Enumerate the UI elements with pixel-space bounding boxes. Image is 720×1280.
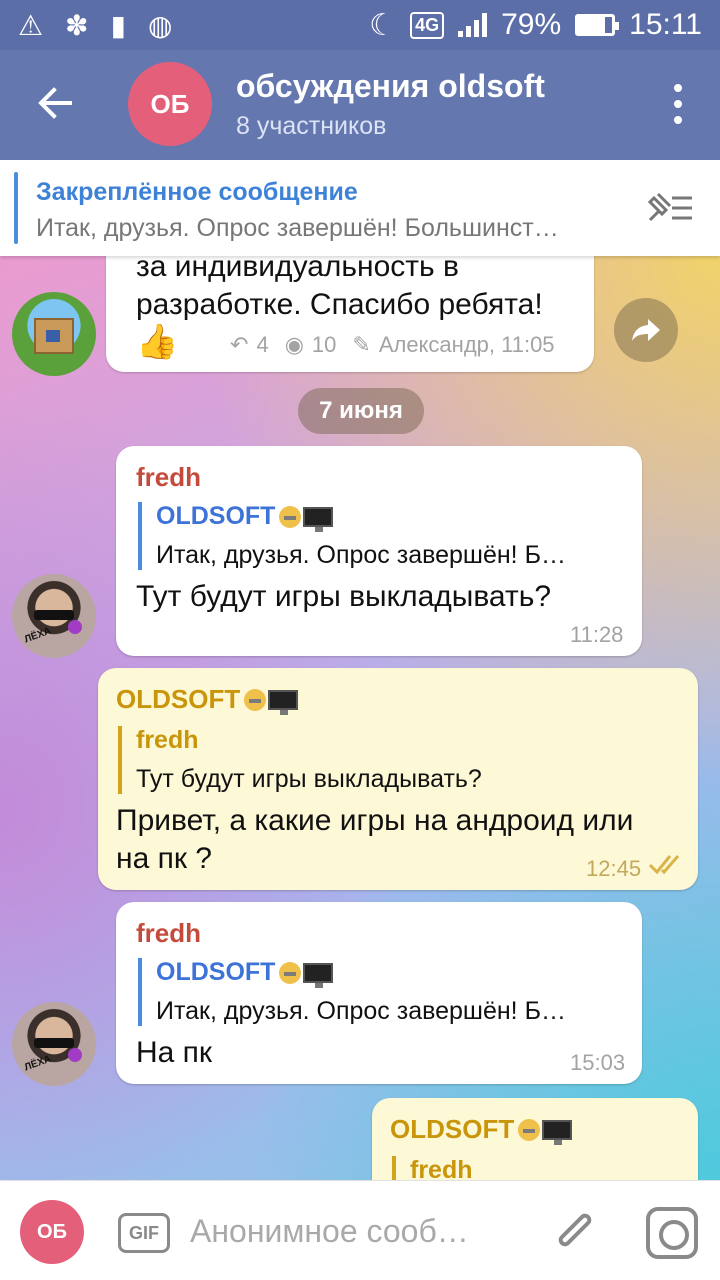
message-bubble[interactable]: fredh OLDSOFT Итак, друзья. Опрос заверш… — [116, 902, 642, 1084]
avatar-fredh[interactable]: ЛЁХА — [12, 574, 96, 658]
sd-card-icon: ▮ — [110, 9, 126, 41]
share-button[interactable] — [614, 298, 678, 362]
reply-count-icon: ↶ — [230, 332, 249, 357]
clock: 15:11 — [629, 8, 702, 41]
pinned-title: Закреплённое сообщение — [36, 178, 358, 206]
reply-text: Тут будут игры выкладывать? — [136, 765, 482, 793]
battery-percent: 79% — [501, 8, 562, 41]
own-message-bubble[interactable]: OLDSOFT fredh — [372, 1098, 698, 1180]
message-meta: ↶ 4 ◉ 10 ✎ Александр, 11:05 — [230, 332, 555, 358]
chat-title[interactable]: обсуждения oldsoft — [236, 68, 545, 105]
coder-emoji-icon — [244, 688, 299, 715]
coder-emoji-icon — [279, 961, 334, 988]
pinned-accent-bar — [14, 172, 18, 244]
flower-icon: ✽ — [65, 9, 89, 41]
back-arrow-icon[interactable] — [30, 78, 80, 128]
reply-sender: fredh — [136, 726, 199, 754]
member-count: 8 участников — [236, 112, 387, 140]
sender-name[interactable]: fredh — [136, 918, 201, 949]
reply-sender: fredh — [410, 1156, 473, 1180]
reply-sender: OLDSOFT — [156, 502, 276, 530]
coder-emoji-icon — [518, 1118, 573, 1145]
sender-name[interactable]: OLDSOFT — [390, 1114, 514, 1145]
pinned-text: Итак, друзья. Опрос завершён! Большинст… — [36, 214, 559, 242]
reply-text: Итак, друзья. Опрос завершён! Б… — [156, 541, 566, 569]
paperclip-icon[interactable] — [552, 1207, 598, 1259]
avatar-oldsoft[interactable] — [12, 292, 96, 376]
message-input-bar: ОБ GIF Анонимное сооб… — [0, 1180, 720, 1280]
battery-icon — [575, 14, 620, 36]
message-text-line: разработке. Спасибо ребята! — [136, 288, 543, 321]
reply-sender: OLDSOFT — [156, 958, 276, 986]
message-time: 11:28 — [570, 622, 624, 647]
unpin-list-icon[interactable] — [644, 190, 696, 226]
message-text-line: на пк ? — [116, 842, 212, 875]
reply-quote[interactable]: OLDSOFT Итак, друзья. Опрос завершён! Б… — [138, 502, 624, 570]
thumbs-up-emoji: 👍 — [136, 323, 179, 361]
reply-quote[interactable]: fredh — [392, 1156, 682, 1180]
warning-icon: ⚠ — [18, 9, 44, 41]
views-eye-icon: ◉ — [284, 332, 304, 357]
reply-text: Итак, друзья. Опрос завершён! Б… — [156, 997, 566, 1025]
date-separator: 7 июня — [298, 388, 424, 434]
sender-name[interactable]: OLDSOFT — [116, 684, 240, 715]
message-bubble[interactable]: за индивидуальность в разработке. Спасиб… — [106, 256, 594, 372]
message-text-line: Привет, а какие игры на андроид или — [116, 804, 634, 837]
message-signature: Александр, 11:05 — [378, 332, 555, 357]
status-bar: ⚠ ✽ ▮ ◍ ☾ 4G 79% 15:11 — [0, 0, 720, 50]
sender-name[interactable]: fredh — [136, 462, 201, 493]
gif-button[interactable]: GIF — [118, 1213, 170, 1253]
double-check-icon — [648, 852, 684, 881]
pin-icon: ✎ — [352, 332, 371, 357]
own-message-bubble[interactable]: OLDSOFT fredh Тут будут игры выкладывать… — [98, 668, 698, 890]
network-type: 4G — [410, 11, 445, 39]
reply-quote[interactable]: OLDSOFT Итак, друзья. Опрос завершён! Б… — [138, 958, 624, 1026]
message-text: Тут будут игры выкладывать? — [136, 580, 552, 613]
more-menu-icon[interactable] — [672, 84, 684, 124]
avatar-fredh[interactable]: ЛЁХА — [12, 1002, 96, 1086]
view-count: 10 — [311, 332, 337, 357]
signal-icon — [458, 13, 488, 37]
reply-quote[interactable]: fredh Тут будут игры выкладывать? — [118, 726, 678, 794]
group-avatar[interactable]: ОБ — [128, 62, 212, 146]
reply-count: 4 — [256, 332, 269, 357]
message-text-line: за индивидуальность в — [136, 256, 459, 283]
disc-icon: ◍ — [148, 9, 173, 41]
message-time: 12:45 — [586, 856, 642, 881]
message-input[interactable]: Анонимное сооб… — [190, 1213, 469, 1250]
message-bubble[interactable]: fredh OLDSOFT Итак, друзья. Опрос заверш… — [116, 446, 642, 656]
coder-emoji-icon — [279, 505, 334, 532]
message-text: На пк — [136, 1036, 213, 1069]
camera-icon[interactable] — [646, 1207, 698, 1259]
send-as-avatar[interactable]: ОБ — [20, 1200, 84, 1264]
sender-row: OLDSOFT — [116, 684, 299, 715]
moon-icon: ☾ — [369, 8, 397, 42]
message-time: 15:03 — [570, 1050, 626, 1075]
sender-row: OLDSOFT — [390, 1114, 573, 1145]
chat-header: ОБ обсуждения oldsoft 8 участников — [0, 50, 720, 160]
pinned-message-bar[interactable]: Закреплённое сообщение Итак, друзья. Опр… — [0, 160, 720, 256]
message-list[interactable]: за индивидуальность в разработке. Спасиб… — [0, 256, 720, 1180]
